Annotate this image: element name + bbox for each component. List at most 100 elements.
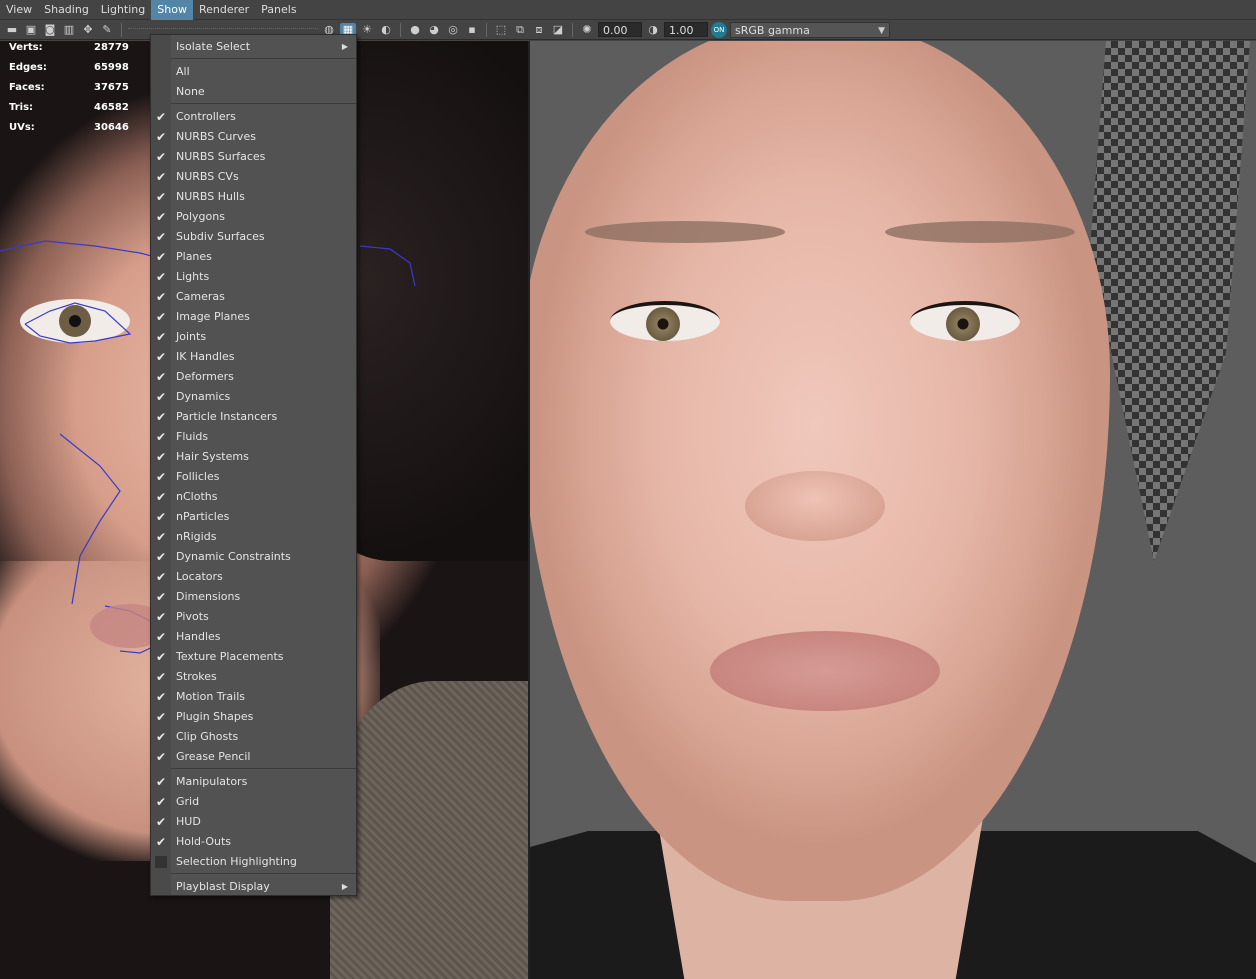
menu-item-manipulators[interactable]: ✔ Manipulators — [151, 772, 356, 792]
right-viewport[interactable] — [530, 41, 1256, 979]
menu-item-nurbs-surfaces[interactable]: ✔ NURBS Surfaces — [151, 147, 356, 167]
menu-item-label: Cameras — [176, 290, 225, 303]
camera-select-icon[interactable]: ▬ — [4, 23, 20, 37]
shadows-icon[interactable]: ◐ — [378, 23, 394, 37]
menu-item-hold-outs[interactable]: ✔ Hold-Outs — [151, 832, 356, 852]
menu-item-label: Fluids — [176, 430, 209, 443]
menu-view[interactable]: View — [0, 0, 38, 20]
menu-item-clip-ghosts[interactable]: ✔ Clip Ghosts — [151, 727, 356, 747]
checkmark-icon: ✔ — [155, 570, 167, 584]
xray-joints-icon[interactable]: ⧈ — [531, 23, 547, 37]
menu-item-grid[interactable]: ✔ Grid — [151, 792, 356, 812]
gamma-field[interactable]: 1.00 — [664, 22, 708, 37]
nose-shape — [745, 471, 885, 541]
menu-item-grease-pencil[interactable]: ✔ Grease Pencil — [151, 747, 356, 767]
menu-item-planes[interactable]: ✔ Planes — [151, 247, 356, 267]
xray-icon[interactable]: ⧉ — [512, 23, 528, 37]
menu-item-label: Selection Highlighting — [176, 855, 297, 868]
lighting-icon[interactable]: ☀ — [359, 23, 375, 37]
menu-item-deformers[interactable]: ✔ Deformers — [151, 367, 356, 387]
menu-separator — [171, 873, 356, 874]
menu-item-nurbs-cvs[interactable]: ✔ NURBS CVs — [151, 167, 356, 187]
menu-item-fluids[interactable]: ✔ Fluids — [151, 427, 356, 447]
menu-item-pivots[interactable]: ✔ Pivots — [151, 607, 356, 627]
checkmark-icon: ✔ — [155, 590, 167, 604]
menu-item-nrigids[interactable]: ✔ nRigids — [151, 527, 356, 547]
menu-item-label: Strokes — [176, 670, 217, 683]
menu-item-selection-highlighting[interactable]: Selection Highlighting — [151, 852, 356, 872]
menu-item-image-planes[interactable]: ✔ Image Planes — [151, 307, 356, 327]
hair-cards-region — [1090, 41, 1250, 561]
isolate-select-icon[interactable]: ⬚ — [493, 23, 509, 37]
menu-item-none[interactable]: None — [151, 82, 356, 102]
toolbar-divider — [121, 22, 122, 37]
menu-item-lights[interactable]: ✔ Lights — [151, 267, 356, 287]
checkmark-icon: ✔ — [155, 210, 167, 224]
exposure-field[interactable]: 0.00 — [598, 22, 642, 37]
grease-pencil-icon[interactable]: ✎ — [99, 23, 115, 37]
menu-item-all[interactable]: All — [151, 62, 356, 82]
anti-aliasing-icon[interactable]: ◎ — [445, 23, 461, 37]
menu-item-dynamic-constraints[interactable]: ✔ Dynamic Constraints — [151, 547, 356, 567]
menu-item-label: Dimensions — [176, 590, 241, 603]
screen-space-ao-icon[interactable]: ● — [407, 23, 423, 37]
menu-item-label: Clip Ghosts — [176, 730, 239, 743]
gamma-icon[interactable]: ◑ — [645, 23, 661, 37]
exposure-icon[interactable]: ✺ — [579, 23, 595, 37]
menu-item-label: NURBS Curves — [176, 130, 256, 143]
motion-blur-icon[interactable]: ◕ — [426, 23, 442, 37]
menu-item-particle-instancers[interactable]: ✔ Particle Instancers — [151, 407, 356, 427]
menu-item-dynamics[interactable]: ✔ Dynamics — [151, 387, 356, 407]
menu-item-isolate-select[interactable]: Isolate Select ▶ — [151, 37, 356, 57]
camera-attributes-icon[interactable]: ▣ — [23, 23, 39, 37]
menu-item-label: NURBS Hulls — [176, 190, 245, 203]
checkmark-icon: ✔ — [155, 690, 167, 704]
checkmark-icon: ✔ — [155, 795, 167, 809]
menu-item-label: Motion Trails — [176, 690, 245, 703]
bookmark-icon[interactable]: ◙ — [42, 23, 58, 37]
menu-item-hud[interactable]: ✔ HUD — [151, 812, 356, 832]
menu-item-ik-handles[interactable]: ✔ IK Handles — [151, 347, 356, 367]
menu-show[interactable]: Show — [151, 0, 193, 20]
menu-item-joints[interactable]: ✔ Joints — [151, 327, 356, 347]
backface-culling-icon[interactable]: ◪ — [550, 23, 566, 37]
color-management-toggle[interactable]: ON — [711, 21, 727, 38]
menu-panels[interactable]: Panels — [255, 0, 302, 20]
menu-item-nparticles[interactable]: ✔ nParticles — [151, 507, 356, 527]
menu-item-hair-systems[interactable]: ✔ Hair Systems — [151, 447, 356, 467]
two-d-pan-icon[interactable]: ✥ — [80, 23, 96, 37]
menu-item-plugin-shapes[interactable]: ✔ Plugin Shapes — [151, 707, 356, 727]
view-transform-select[interactable]: sRGB gamma ▼ — [730, 21, 890, 38]
menu-shading[interactable]: Shading — [38, 0, 95, 20]
menu-item-strokes[interactable]: ✔ Strokes — [151, 667, 356, 687]
menu-item-locators[interactable]: ✔ Locators — [151, 567, 356, 587]
menu-item-label: Texture Placements — [176, 650, 284, 663]
hud-row-verts: Verts: 28779 — [9, 43, 134, 63]
menu-item-polygons[interactable]: ✔ Polygons — [151, 207, 356, 227]
depth-of-field-icon[interactable]: ▪ — [464, 23, 480, 37]
menu-lighting[interactable]: Lighting — [95, 0, 151, 20]
menu-item-playblast-display[interactable]: Playblast Display ▶ — [151, 877, 356, 897]
hud-label: Edges: — [9, 62, 47, 73]
menu-item-label: Image Planes — [176, 310, 250, 323]
hud-value: 65998 — [94, 62, 129, 73]
menu-item-controllers[interactable]: ✔ Controllers — [151, 107, 356, 127]
menu-item-nurbs-hulls[interactable]: ✔ NURBS Hulls — [151, 187, 356, 207]
menu-item-motion-trails[interactable]: ✔ Motion Trails — [151, 687, 356, 707]
menu-renderer[interactable]: Renderer — [193, 0, 255, 20]
menu-item-follicles[interactable]: ✔ Follicles — [151, 467, 356, 487]
menu-item-dimensions[interactable]: ✔ Dimensions — [151, 587, 356, 607]
menu-separator — [171, 58, 356, 59]
viewport-menubar: View Shading Lighting Show Renderer Pane… — [0, 0, 1256, 20]
menu-item-texture-placements[interactable]: ✔ Texture Placements — [151, 647, 356, 667]
menu-item-cameras[interactable]: ✔ Cameras — [151, 287, 356, 307]
menu-item-label: None — [176, 85, 205, 98]
image-plane-icon[interactable]: ▥ — [61, 23, 77, 37]
menu-item-ncloths[interactable]: ✔ nCloths — [151, 487, 356, 507]
menu-item-label: Locators — [176, 570, 223, 583]
menu-item-nurbs-curves[interactable]: ✔ NURBS Curves — [151, 127, 356, 147]
menu-item-subdiv-surfaces[interactable]: ✔ Subdiv Surfaces — [151, 227, 356, 247]
checkmark-icon: ✔ — [155, 190, 167, 204]
hud-value: 30646 — [94, 122, 129, 133]
menu-item-handles[interactable]: ✔ Handles — [151, 627, 356, 647]
